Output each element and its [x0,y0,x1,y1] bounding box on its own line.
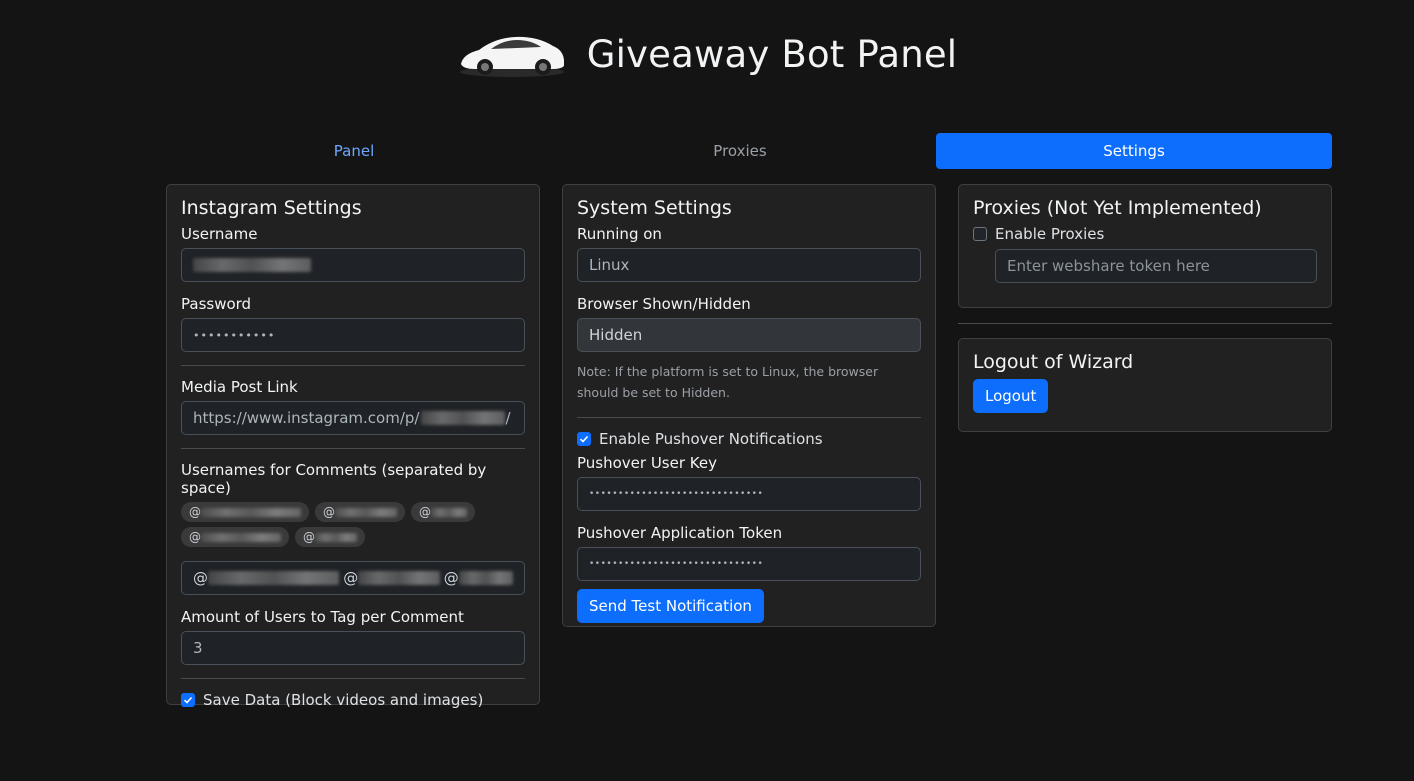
username-chip[interactable]: @ [181,527,289,547]
username-label: Username [181,225,258,243]
app-token-value: •••••••••••••••••••••••••••••• [589,559,764,569]
enable-proxies-label: Enable Proxies [995,225,1105,243]
system-settings-card: System Settings Running on Linux Browser… [562,184,936,627]
tab-bar: Panel Proxies Settings [164,133,1332,169]
usernames-input[interactable]: @ @ @ [181,561,525,595]
enable-proxies-row: Enable Proxies [973,225,1317,243]
password-label: Password [181,295,252,313]
platform-note: Note: If the platform is set to Linux, t… [577,364,879,400]
save-data-row: Save Data (Block videos and images) [181,691,525,709]
usernames-label: Usernames for Comments (separated by spa… [181,461,487,497]
user-key-input[interactable]: •••••••••••••••••••••••••••••• [577,477,921,511]
page-header: Giveaway Bot Panel [0,24,1414,84]
browser-select[interactable]: Hidden [577,318,921,352]
media-post-input[interactable]: https://www.instagram.com/p/ / [181,401,525,435]
browser-label: Browser Shown/Hidden [577,295,751,313]
amount-label: Amount of Users to Tag per Comment [181,608,464,626]
app-token-input[interactable]: •••••••••••••••••••••••••••••• [577,547,921,581]
password-input[interactable]: ••••••••••• [181,318,525,352]
card-title: Logout of Wizard [973,351,1134,373]
redacted-text [421,411,506,425]
media-post-suffix: / [505,409,511,427]
divider [181,678,525,679]
media-post-label: Media Post Link [181,378,298,396]
pushover-enable-label: Enable Pushover Notifications [599,430,823,448]
car-icon [459,36,564,77]
save-data-label: Save Data (Block videos and images) [203,691,484,709]
instagram-settings-card: Instagram Settings Username Password •••… [166,184,540,709]
amount-input[interactable]: 3 [181,631,525,665]
proxies-card: Proxies (Not Yet Implemented) Enable Pro… [958,184,1332,308]
redacted-text [193,258,311,272]
webshare-token-placeholder: Enter webshare token here [1007,257,1210,275]
username-chip[interactable]: @ [181,502,309,522]
save-data-checkbox[interactable] [181,693,195,707]
enable-proxies-checkbox[interactable] [973,227,987,241]
app-token-label: Pushover Application Token [577,524,783,542]
running-on-select[interactable]: Linux [577,248,921,282]
checkmark-icon [183,696,193,704]
divider [958,323,1332,324]
amount-value: 3 [193,639,203,657]
logout-card: Logout of Wizard Logout [958,338,1332,432]
username-input[interactable] [181,248,525,282]
webshare-token-input[interactable]: Enter webshare token here [995,249,1317,283]
page-title: Giveaway Bot Panel [586,32,958,76]
running-on-label: Running on [577,225,662,243]
username-chip[interactable]: @ [315,502,405,522]
user-key-label: Pushover User Key [577,454,717,472]
tab-panel[interactable]: Panel [164,133,544,169]
running-on-value: Linux [589,256,630,274]
divider [577,417,921,418]
divider [181,365,525,366]
username-chips: @ @ @ @ @ [181,502,525,547]
pushover-checkbox[interactable] [577,432,591,446]
tab-proxies[interactable]: Proxies [544,133,936,169]
divider [181,448,525,449]
card-title: Instagram Settings [181,197,362,219]
browser-value: Hidden [589,326,643,344]
card-title: System Settings [577,197,732,219]
checkmark-icon [579,435,589,443]
logout-button[interactable]: Logout [973,379,1049,413]
username-chip[interactable]: @ [411,502,475,522]
user-key-value: •••••••••••••••••••••••••••••• [589,489,764,499]
tab-settings[interactable]: Settings [936,133,1332,169]
send-test-notification-button[interactable]: Send Test Notification [577,589,764,623]
media-post-value: https://www.instagram.com/p/ [193,409,420,427]
pushover-enable-row: Enable Pushover Notifications [577,430,921,448]
card-title: Proxies (Not Yet Implemented) [973,197,1262,219]
password-value: ••••••••••• [193,328,276,342]
username-chip[interactable]: @ [295,527,365,547]
